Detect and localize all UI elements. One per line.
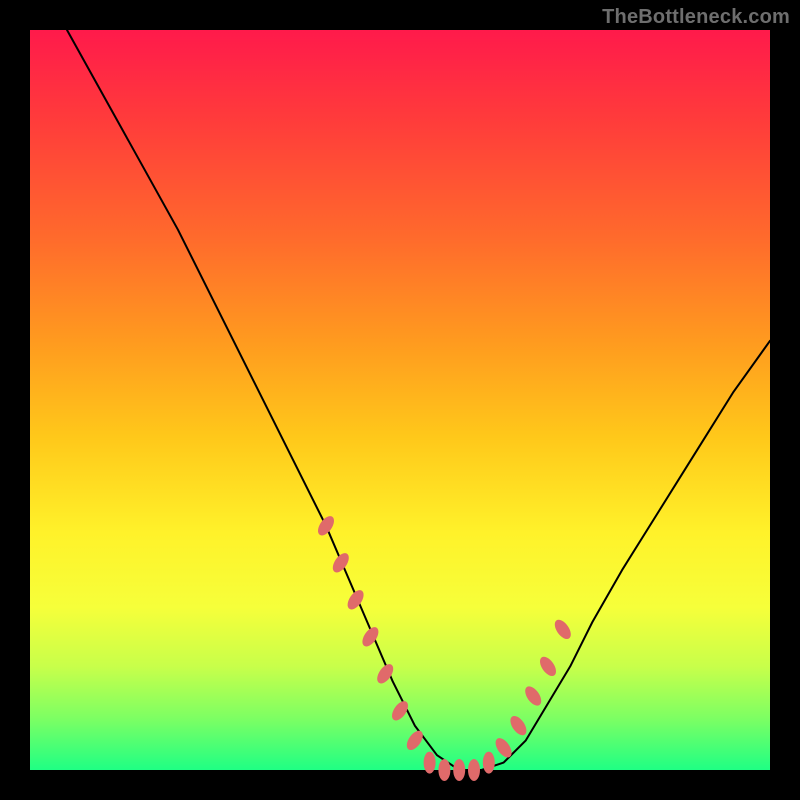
- watermark: TheBottleneck.com: [602, 6, 790, 29]
- chart-svg: [30, 30, 770, 770]
- highlight-dots: [315, 513, 574, 781]
- highlight-dot: [537, 654, 559, 679]
- highlight-dot: [315, 513, 337, 538]
- highlight-dot: [468, 759, 480, 781]
- highlight-dot: [453, 759, 465, 781]
- highlight-dot: [438, 759, 450, 781]
- highlight-dot: [404, 728, 426, 753]
- highlight-dot: [344, 587, 366, 612]
- plot-area: [30, 30, 770, 770]
- highlight-dot: [552, 617, 574, 642]
- bottleneck-curve: [67, 30, 770, 770]
- highlight-dot: [507, 713, 529, 738]
- highlight-dot: [330, 550, 352, 575]
- highlight-dot: [522, 684, 544, 709]
- chart-frame: TheBottleneck.com: [0, 0, 800, 800]
- highlight-dot: [483, 752, 495, 774]
- highlight-dot: [424, 752, 436, 774]
- highlight-dot: [492, 735, 514, 760]
